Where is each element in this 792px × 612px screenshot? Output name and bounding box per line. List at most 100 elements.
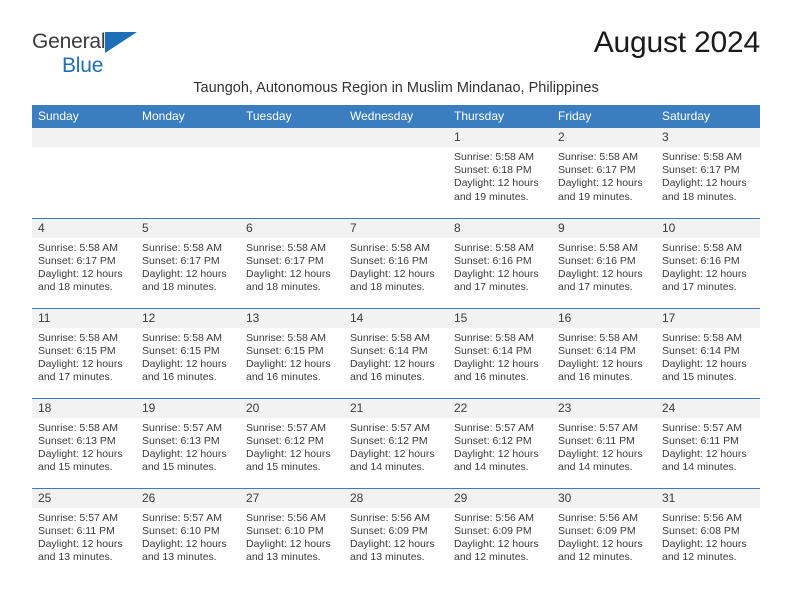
calendar-day-cell[interactable]: 12 Sunrise: 5:58 AM Sunset: 6:15 PM Dayligh… — [136, 307, 240, 398]
calendar-day-cell[interactable]: 21 Sunrise: 5:57 AM Sunset: 6:12 PM Dayligh… — [344, 397, 448, 488]
sunrise-text: Sunrise: 5:58 AM — [454, 331, 534, 344]
calendar-day-cell[interactable]: 29 Sunrise: 5:56 AM Sunset: 6:09 PM Dayligh… — [448, 487, 552, 578]
day-cell-inner: 7 Sunrise: 5:58 AM Sunset: 6:16 PM Daylight… — [344, 218, 448, 308]
weekday-header-sunday: Sunday — [32, 105, 136, 128]
calendar-day-cell[interactable]: 16 Sunrise: 5:58 AM Sunset: 6:14 PM Dayligh… — [552, 307, 656, 398]
calendar-day-cell[interactable]: 9 Sunrise: 5:58 AM Sunset: 6:16 PM Daylight… — [552, 217, 656, 308]
day-cell-inner: 9 Sunrise: 5:58 AM Sunset: 6:16 PM Daylight… — [552, 218, 656, 308]
calendar-week-row: 25 Sunrise: 5:57 AM Sunset: 6:11 PM Dayligh… — [32, 487, 760, 578]
day-cell-inner: 23 Sunrise: 5:57 AM Sunset: 6:11 PM Dayligh… — [552, 398, 656, 488]
calendar-body: 1 Sunrise: 5:58 AM Sunset: 6:18 PM Daylight… — [32, 128, 760, 578]
daylight-text-line1: Daylight: 12 hours — [246, 267, 331, 280]
calendar-day-cell[interactable]: 8 Sunrise: 5:58 AM Sunset: 6:16 PM Daylight… — [448, 217, 552, 308]
calendar-header-row: Sunday Monday Tuesday Wednesday Thursday… — [32, 105, 760, 128]
logo-text-general: General — [32, 31, 162, 54]
day-number: 10 — [656, 218, 760, 238]
day-sun-info: Sunrise: 5:57 AM Sunset: 6:11 PM Daylight:… — [552, 418, 656, 475]
calendar-page: General Blue August 2024 Taungoh, Autono… — [0, 0, 792, 612]
calendar-day-cell[interactable]: 30 Sunrise: 5:56 AM Sunset: 6:09 PM Dayligh… — [552, 487, 656, 578]
day-cell-inner: 21 Sunrise: 5:57 AM Sunset: 6:12 PM Dayligh… — [344, 398, 448, 488]
calendar-day-cell[interactable]: 4 Sunrise: 5:58 AM Sunset: 6:17 PM Daylight… — [32, 217, 136, 308]
calendar-week-row: 4 Sunrise: 5:58 AM Sunset: 6:17 PM Daylight… — [32, 217, 760, 308]
calendar-day-cell[interactable]: 5 Sunrise: 5:58 AM Sunset: 6:17 PM Daylight… — [136, 217, 240, 308]
calendar-day-cell[interactable]: 6 Sunrise: 5:58 AM Sunset: 6:17 PM Daylight… — [240, 217, 344, 308]
day-number: 26 — [136, 488, 240, 508]
daylight-text-line1: Daylight: 12 hours — [662, 537, 747, 550]
calendar-day-cell[interactable]: 25 Sunrise: 5:57 AM Sunset: 6:11 PM Dayligh… — [32, 487, 136, 578]
sunrise-text: Sunrise: 5:58 AM — [454, 151, 534, 163]
day-sun-info: Sunrise: 5:58 AM Sunset: 6:13 PM Daylight:… — [32, 418, 136, 475]
day-cell-inner: 16 Sunrise: 5:58 AM Sunset: 6:14 PM Dayligh… — [552, 308, 656, 398]
day-number: 23 — [552, 398, 656, 418]
sunrise-text: Sunrise: 5:58 AM — [142, 241, 222, 254]
daylight-text-line2: and 15 minutes. — [142, 461, 217, 474]
daylight-text-line2: and 15 minutes. — [38, 461, 113, 474]
day-cell-inner: 15 Sunrise: 5:58 AM Sunset: 6:14 PM Dayligh… — [448, 308, 552, 398]
sunset-text: Sunset: 6:13 PM — [142, 434, 220, 447]
calendar-day-cell[interactable]: 15 Sunrise: 5:58 AM Sunset: 6:14 PM Dayligh… — [448, 307, 552, 398]
calendar-day-cell[interactable]: 17 Sunrise: 5:58 AM Sunset: 6:14 PM Dayligh… — [656, 307, 760, 398]
day-sun-info: Sunrise: 5:58 AM Sunset: 6:14 PM Daylight:… — [656, 328, 760, 385]
calendar-day-cell[interactable]: 7 Sunrise: 5:58 AM Sunset: 6:16 PM Daylight… — [344, 217, 448, 308]
day-cell-inner: 13 Sunrise: 5:58 AM Sunset: 6:15 PM Dayligh… — [240, 308, 344, 398]
location-subtitle: Taungoh, Autonomous Region in Muslim Min… — [193, 80, 599, 96]
day-sun-info: Sunrise: 5:58 AM Sunset: 6:14 PM Daylight:… — [552, 328, 656, 385]
calendar-day-cell[interactable]: 23 Sunrise: 5:57 AM Sunset: 6:11 PM Dayligh… — [552, 397, 656, 488]
day-number — [344, 128, 448, 147]
sunrise-text: Sunrise: 5:57 AM — [662, 421, 742, 434]
calendar-day-cell[interactable]: 31 Sunrise: 5:56 AM Sunset: 6:08 PM Dayligh… — [656, 487, 760, 578]
day-sun-info: Sunrise: 5:56 AM Sunset: 6:09 PM Daylight:… — [448, 508, 552, 565]
daylight-text-line1: Daylight: 12 hours — [558, 537, 643, 550]
daylight-text-line1: Daylight: 12 hours — [246, 357, 331, 370]
sunset-text: Sunset: 6:10 PM — [246, 524, 324, 537]
calendar-day-cell[interactable]: 28 Sunrise: 5:56 AM Sunset: 6:09 PM Dayligh… — [344, 487, 448, 578]
calendar-day-cell[interactable]: 26 Sunrise: 5:57 AM Sunset: 6:10 PM Dayligh… — [136, 487, 240, 578]
calendar-day-cell[interactable]: 14 Sunrise: 5:58 AM Sunset: 6:14 PM Dayligh… — [344, 307, 448, 398]
daylight-text-line1: Daylight: 12 hours — [38, 357, 123, 370]
daylight-text-line2: and 17 minutes. — [662, 281, 737, 294]
daylight-text-line2: and 18 minutes. — [246, 281, 321, 294]
calendar-day-cell[interactable]: 11 Sunrise: 5:58 AM Sunset: 6:15 PM Dayligh… — [32, 307, 136, 398]
day-sun-info: Sunrise: 5:58 AM Sunset: 6:16 PM Daylight:… — [552, 238, 656, 295]
calendar-day-cell[interactable]: 10 Sunrise: 5:58 AM Sunset: 6:16 PM Dayligh… — [656, 217, 760, 308]
day-number: 17 — [656, 308, 760, 328]
weekday-header-thursday: Thursday — [448, 105, 552, 128]
day-number: 18 — [32, 398, 136, 418]
calendar-day-cell[interactable]: 1 Sunrise: 5:58 AM Sunset: 6:18 PM Daylight… — [448, 128, 552, 218]
day-cell-inner: 29 Sunrise: 5:56 AM Sunset: 6:09 PM Dayligh… — [448, 488, 552, 578]
day-cell-inner: 19 Sunrise: 5:57 AM Sunset: 6:13 PM Dayligh… — [136, 398, 240, 488]
day-sun-info: Sunrise: 5:58 AM Sunset: 6:15 PM Daylight:… — [136, 328, 240, 385]
sunset-text: Sunset: 6:16 PM — [662, 254, 740, 267]
day-sun-info: Sunrise: 5:58 AM Sunset: 6:15 PM Daylight:… — [240, 328, 344, 385]
daylight-text-line1: Daylight: 12 hours — [558, 357, 643, 370]
calendar-day-cell[interactable]: 22 Sunrise: 5:57 AM Sunset: 6:12 PM Dayligh… — [448, 397, 552, 488]
sunset-text: Sunset: 6:17 PM — [558, 164, 636, 177]
calendar-cell-empty — [240, 128, 344, 218]
sunset-text: Sunset: 6:14 PM — [350, 344, 428, 357]
calendar-day-cell[interactable]: 27 Sunrise: 5:56 AM Sunset: 6:10 PM Dayligh… — [240, 487, 344, 578]
day-cell-inner — [136, 128, 240, 217]
calendar-day-cell[interactable]: 19 Sunrise: 5:57 AM Sunset: 6:13 PM Dayligh… — [136, 397, 240, 488]
sunrise-text: Sunrise: 5:58 AM — [662, 331, 742, 344]
day-cell-inner: 31 Sunrise: 5:56 AM Sunset: 6:08 PM Dayligh… — [656, 488, 760, 578]
day-number: 22 — [448, 398, 552, 418]
day-sun-info: Sunrise: 5:58 AM Sunset: 6:14 PM Daylight:… — [344, 328, 448, 385]
day-number: 16 — [552, 308, 656, 328]
calendar-day-cell[interactable]: 20 Sunrise: 5:57 AM Sunset: 6:12 PM Dayligh… — [240, 397, 344, 488]
day-number: 29 — [448, 488, 552, 508]
general-blue-logo[interactable]: General Blue — [32, 31, 162, 77]
daylight-text-line2: and 16 minutes. — [142, 371, 217, 384]
calendar-day-cell[interactable]: 3 Sunrise: 5:58 AM Sunset: 6:17 PM Daylight… — [656, 128, 760, 218]
calendar-day-cell[interactable]: 2 Sunrise: 5:58 AM Sunset: 6:17 PM Daylight… — [552, 128, 656, 218]
day-number: 30 — [552, 488, 656, 508]
sunrise-text: Sunrise: 5:58 AM — [246, 241, 326, 254]
daylight-text-line1: Daylight: 12 hours — [454, 177, 539, 190]
calendar-cell-empty — [32, 128, 136, 218]
day-sun-info: Sunrise: 5:58 AM Sunset: 6:17 PM Daylight:… — [552, 147, 656, 204]
sunrise-text: Sunrise: 5:58 AM — [558, 151, 638, 163]
calendar-day-cell[interactable]: 13 Sunrise: 5:58 AM Sunset: 6:15 PM Dayligh… — [240, 307, 344, 398]
daylight-text-line1: Daylight: 12 hours — [454, 537, 539, 550]
day-number: 6 — [240, 218, 344, 238]
calendar-day-cell[interactable]: 24 Sunrise: 5:57 AM Sunset: 6:11 PM Dayligh… — [656, 397, 760, 488]
calendar-day-cell[interactable]: 18 Sunrise: 5:58 AM Sunset: 6:13 PM Dayligh… — [32, 397, 136, 488]
